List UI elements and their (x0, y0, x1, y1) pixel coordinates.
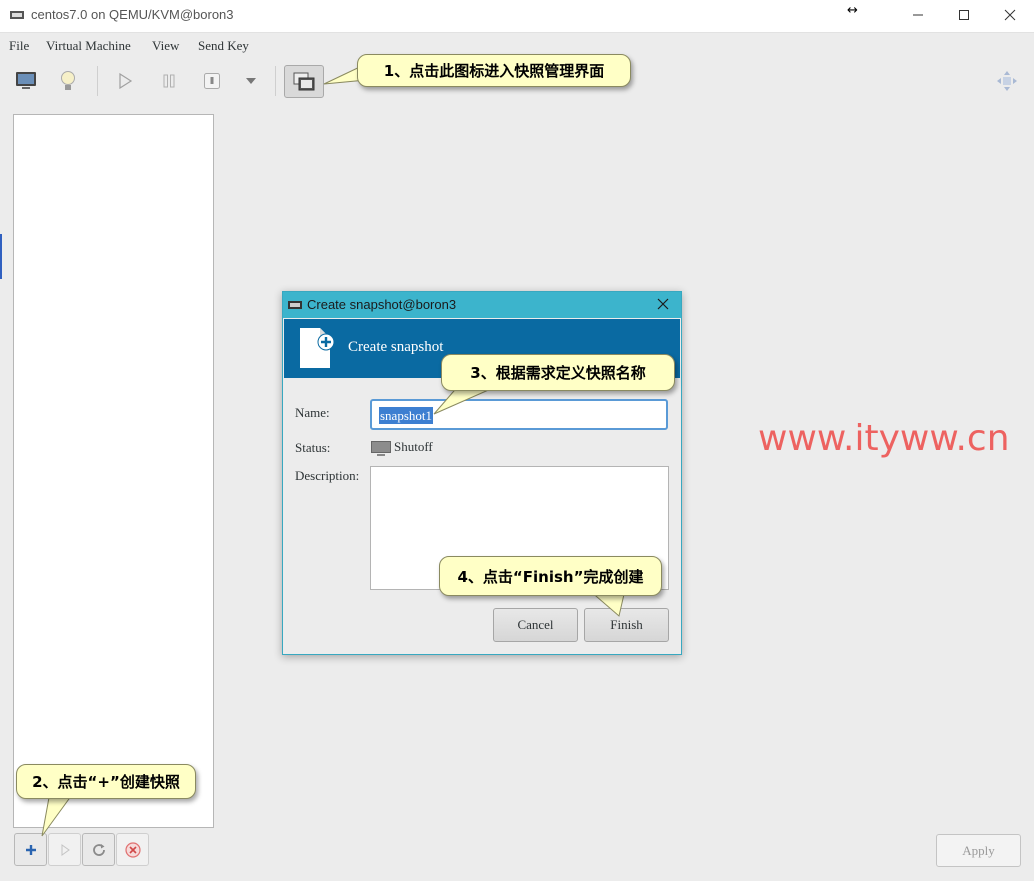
minimize-icon (913, 14, 923, 16)
refresh-icon (92, 843, 105, 856)
menu-view[interactable]: View (152, 38, 179, 54)
snapshot-name-input[interactable]: snapshot1 (370, 399, 668, 430)
close-window-button[interactable] (987, 0, 1033, 30)
dialog-header-title: Create snapshot (348, 339, 444, 355)
name-label: Name: (295, 405, 330, 420)
status-label: Status: (295, 440, 331, 455)
snapshot-manager-button[interactable] (284, 65, 324, 98)
callout-step-2: 2、点击“+”创建快照 (16, 764, 196, 799)
menu-send-key[interactable]: Send Key (198, 38, 249, 54)
callout-step-3: 3、根据需求定义快照名称 (441, 354, 675, 391)
power-icon (204, 73, 220, 89)
window-title: centos7.0 on QEMU/KVM@boron3 (31, 7, 234, 22)
menu-file[interactable]: File (9, 38, 29, 54)
menu-virtual-machine[interactable]: Virtual Machine (46, 38, 131, 54)
status-value: Shutoff (394, 439, 433, 454)
watermark: www.ityww.cn (758, 418, 1010, 459)
delete-icon (124, 841, 141, 858)
dialog-titlebar: Create snapshot@boron3 (283, 292, 681, 318)
window-titlebar: centos7.0 on QEMU/KVM@boron3 ↔ (0, 0, 1034, 32)
console-button[interactable] (9, 64, 43, 98)
run-button[interactable] (108, 64, 142, 98)
snapshot-list[interactable] (13, 114, 214, 828)
chevron-down-icon (246, 78, 256, 84)
callout-step-4: 4、点击“Finish”完成创建 (439, 556, 662, 596)
close-icon[interactable] (657, 298, 669, 310)
callout-step-1: 1、点击此图标进入快照管理界面 (357, 54, 631, 87)
toolbar-separator (275, 66, 276, 96)
pause-button[interactable] (152, 64, 186, 98)
shutoff-status-icon (371, 441, 391, 456)
new-snapshot-icon (300, 328, 335, 368)
virt-manager-app-icon (288, 301, 302, 309)
details-button[interactable] (51, 64, 85, 98)
refresh-snapshots-button[interactable] (82, 833, 115, 866)
pause-icon (163, 74, 175, 88)
play-icon (61, 843, 70, 856)
description-label: Description: (295, 468, 360, 483)
maximize-icon (959, 10, 969, 20)
delete-snapshot-button[interactable] (116, 833, 149, 866)
play-icon (119, 73, 133, 89)
shutdown-button[interactable] (195, 64, 229, 98)
virt-manager-app-icon (10, 11, 24, 19)
fullscreen-icon (997, 71, 1017, 91)
console-icon (16, 72, 36, 89)
snapshot-manager-icon (293, 72, 315, 90)
plus-icon (25, 844, 36, 855)
minimize-button[interactable] (895, 0, 941, 30)
dialog-title: Create snapshot@boron3 (307, 297, 457, 312)
shutdown-menu-button[interactable] (234, 64, 268, 98)
maximize-button[interactable] (941, 0, 987, 30)
lightbulb-icon (61, 71, 75, 90)
apply-button[interactable]: Apply (936, 834, 1021, 867)
resize-arrow-icon: ↔ (847, 3, 858, 18)
toolbar-separator (97, 66, 98, 96)
close-icon (1004, 9, 1016, 21)
window-edge (0, 234, 2, 279)
fullscreen-button[interactable] (990, 64, 1024, 98)
cancel-button[interactable]: Cancel (493, 608, 578, 642)
name-input-value: snapshot1 (379, 407, 433, 424)
